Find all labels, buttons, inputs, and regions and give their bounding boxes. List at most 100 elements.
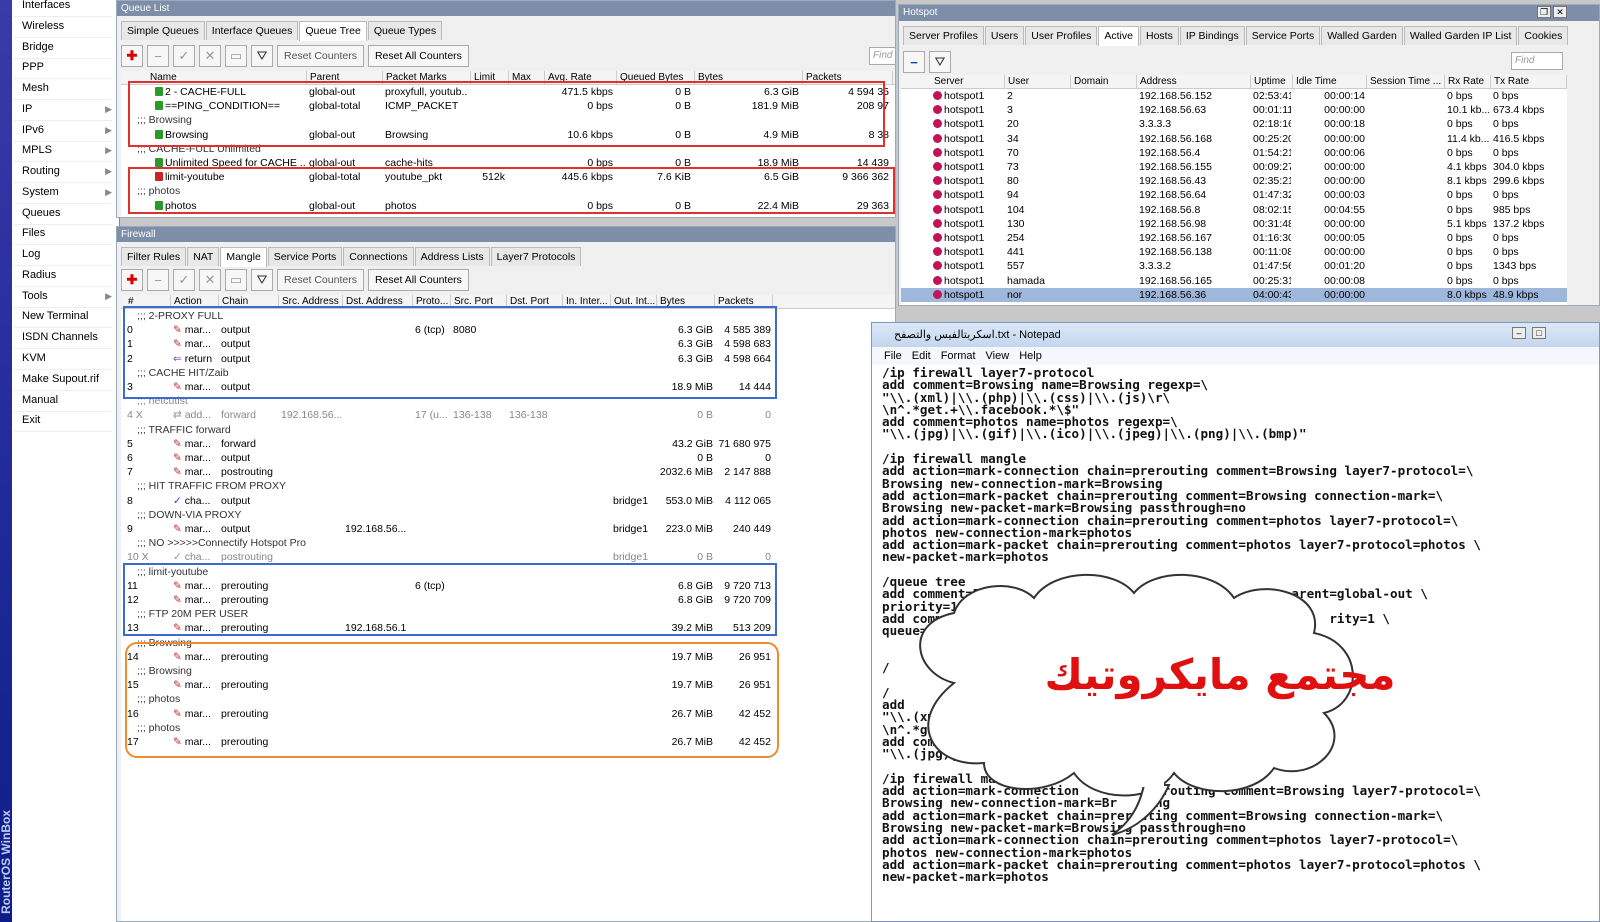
column-header[interactable]: Tx Rate	[1491, 75, 1567, 89]
sidebar-item[interactable]: ISDN Channels	[22, 327, 112, 348]
column-header[interactable]: Session Time ...	[1367, 75, 1445, 89]
tab[interactable]: Walled Garden IP List	[1403, 26, 1518, 45]
sidebar-item[interactable]: Queues	[22, 203, 112, 224]
tab[interactable]: Service Ports	[1245, 26, 1321, 45]
close-icon[interactable]: ✕	[1553, 6, 1567, 18]
tab[interactable]: Active	[1098, 26, 1139, 46]
column-header[interactable]: Domain	[1071, 75, 1137, 89]
tab[interactable]: Connections	[343, 247, 414, 266]
sidebar-item[interactable]: IPv6 ▶	[22, 120, 112, 141]
tab[interactable]: Queue Tree	[299, 21, 367, 41]
sidebar-item[interactable]: New Terminal	[22, 306, 112, 327]
disable-icon[interactable]: ✕	[199, 45, 221, 67]
table-row[interactable]: 9 ✎ mar... output 192.168.56... bridge1 223.0…	[121, 522, 895, 536]
sidebar-item[interactable]: Radius	[22, 265, 112, 286]
table-row[interactable]: hotspot1 441 192.168.56.138 00:11:08 00:00:0…	[901, 245, 1567, 259]
queue-find-input[interactable]: Find	[869, 47, 895, 65]
tab[interactable]: Interface Queues	[205, 21, 299, 40]
tab[interactable]: Layer7 Protocols	[490, 247, 582, 266]
table-row[interactable]: 6 ✎ mar... output 0 B 0	[121, 451, 895, 465]
reset-all-counters-button[interactable]: Reset All Counters	[367, 45, 469, 67]
remove-icon[interactable]: −	[147, 269, 169, 291]
tab[interactable]: Hosts	[1139, 26, 1179, 45]
table-row[interactable]: hotspot1 70 192.168.56.4 01:54:21 00:00:06 0 …	[901, 146, 1567, 160]
table-row[interactable]: hotspot1 hamada 192.168.56.165 00:25:31 00:0…	[901, 274, 1567, 288]
table-row[interactable]: ;;; NO >>>>>Connectify Hotspot Pro	[121, 536, 895, 550]
table-row[interactable]: 8 ✓ cha... output bridge1 553.0 MiB 4 112 065	[121, 494, 895, 508]
hotspot-find-input[interactable]: Find	[1511, 52, 1563, 70]
enable-icon[interactable]: ✓	[173, 269, 195, 291]
table-row[interactable]: ;;; DOWN-VIA PROXY	[121, 508, 895, 522]
sidebar-item[interactable]: Make Supout.rif	[22, 369, 112, 390]
tab[interactable]: Queue Types	[367, 21, 443, 40]
table-row[interactable]: hotspot1 104 192.168.56.8 08:02:15 00:04:55 0…	[901, 203, 1567, 217]
table-row[interactable]: 7 ✎ mar... postrouting 2032.6 MiB 2 147 888	[121, 465, 895, 479]
comment-icon[interactable]: ▭	[225, 45, 247, 67]
sidebar-item[interactable]: Exit	[22, 410, 112, 431]
disable-icon[interactable]: ✕	[199, 269, 221, 291]
table-row[interactable]: 4 X ⇄ add... forward 192.168.56... 17 (u... 1…	[121, 408, 895, 422]
tab[interactable]: Simple Queues	[121, 21, 205, 40]
table-row[interactable]: ;;; TRAFFIC forward	[121, 423, 895, 437]
filter-icon[interactable]: ⛛	[929, 51, 951, 73]
tab[interactable]: Cookies	[1518, 26, 1569, 45]
column-header[interactable]: Uptime	[1251, 75, 1293, 89]
sidebar-item[interactable]: Routing ▶	[22, 161, 112, 182]
column-header[interactable]: User	[1005, 75, 1071, 89]
sidebar-item[interactable]: Wireless	[22, 16, 112, 37]
table-row[interactable]: hotspot1 130 192.168.56.98 00:31:48 00:00:00…	[901, 217, 1567, 231]
sidebar-item[interactable]: PPP	[22, 57, 112, 78]
table-row[interactable]: hotspot1 3 192.168.56.63 00:01:11 00:00:00 10…	[901, 103, 1567, 117]
notepad-menu-item[interactable]: Format	[941, 347, 976, 365]
notepad-menu-item[interactable]: File	[884, 347, 902, 365]
restore-icon[interactable]: ❐	[1537, 6, 1551, 18]
sidebar-item[interactable]: Log	[22, 244, 112, 265]
table-row[interactable]: hotspot1 20 3.3.3.3 02:18:16 00:00:18 0 bps 0 …	[901, 117, 1567, 131]
sidebar-item[interactable]: KVM	[22, 348, 112, 369]
sidebar-item[interactable]: Manual	[22, 390, 112, 411]
remove-icon[interactable]: −	[903, 51, 925, 73]
comment-icon[interactable]: ▭	[225, 269, 247, 291]
reset-all-counters-button[interactable]: Reset All Counters	[367, 269, 469, 291]
enable-icon[interactable]: ✓	[173, 45, 195, 67]
tab[interactable]: Server Profiles	[903, 26, 984, 45]
table-row[interactable]: hotspot1 2 192.168.56.152 02:53:41 00:00:14 0…	[901, 89, 1567, 103]
column-header[interactable]: Idle Time	[1293, 75, 1367, 89]
tab[interactable]: Address Lists	[414, 247, 490, 266]
table-row[interactable]: hotspot1 73 192.168.56.155 00:09:27 00:00:00…	[901, 160, 1567, 174]
sidebar-item[interactable]: Bridge	[22, 37, 112, 58]
tab[interactable]: Service Ports	[267, 247, 343, 266]
tab[interactable]: NAT	[187, 247, 220, 266]
tab[interactable]: User Profiles	[1025, 26, 1098, 45]
column-header[interactable]: Server	[931, 75, 1005, 89]
reset-counters-button[interactable]: Reset Counters	[277, 269, 364, 291]
add-icon[interactable]: ✚	[121, 269, 143, 291]
tab[interactable]: Mangle	[220, 247, 267, 267]
reset-counters-button[interactable]: Reset Counters	[277, 45, 364, 67]
filter-icon[interactable]: ⛛	[251, 45, 273, 67]
table-row[interactable]: hotspot1 80 192.168.56.43 02:35:21 00:00:00 8…	[901, 174, 1567, 188]
minimize-icon[interactable]: –	[1512, 327, 1526, 339]
table-row[interactable]: 5 ✎ mar... forward 43.2 GiB 71 680 975	[121, 437, 895, 451]
tab[interactable]: Users	[984, 26, 1025, 45]
sidebar-item[interactable]: Mesh	[22, 78, 112, 99]
notepad-menu-item[interactable]: Edit	[912, 347, 931, 365]
notepad-menu-item[interactable]: View	[986, 347, 1010, 365]
table-row[interactable]: hotspot1 254 192.168.56.167 01:16:30 00:00:0…	[901, 231, 1567, 245]
table-row[interactable]: ;;; HIT TRAFFIC FROM PROXY	[121, 479, 895, 493]
sidebar-item[interactable]: Files	[22, 223, 112, 244]
filter-icon[interactable]: ⛛	[251, 269, 273, 291]
sidebar-item[interactable]: IP ▶	[22, 99, 112, 120]
maximize-icon[interactable]: □	[1532, 327, 1546, 339]
column-header[interactable]: Rx Rate	[1445, 75, 1491, 89]
tab[interactable]: IP Bindings	[1179, 26, 1245, 45]
table-row[interactable]: hotspot1 nor 192.168.56.36 04:00:43 00:00:00…	[901, 287, 1567, 302]
remove-icon[interactable]: −	[147, 45, 169, 67]
table-row[interactable]: hotspot1 557 3.3.3.2 01:47:56 00:01:20 0 bps 1…	[901, 259, 1567, 273]
sidebar-item[interactable]: Interfaces	[22, 0, 112, 16]
column-header[interactable]: Address	[1137, 75, 1251, 89]
sidebar-item[interactable]: MPLS ▶	[22, 140, 112, 161]
add-icon[interactable]: ✚	[121, 45, 143, 67]
table-row[interactable]: hotspot1 34 192.168.56.168 00:25:20 00:00:00…	[901, 132, 1567, 146]
sidebar-item[interactable]: Tools ▶	[22, 286, 112, 307]
